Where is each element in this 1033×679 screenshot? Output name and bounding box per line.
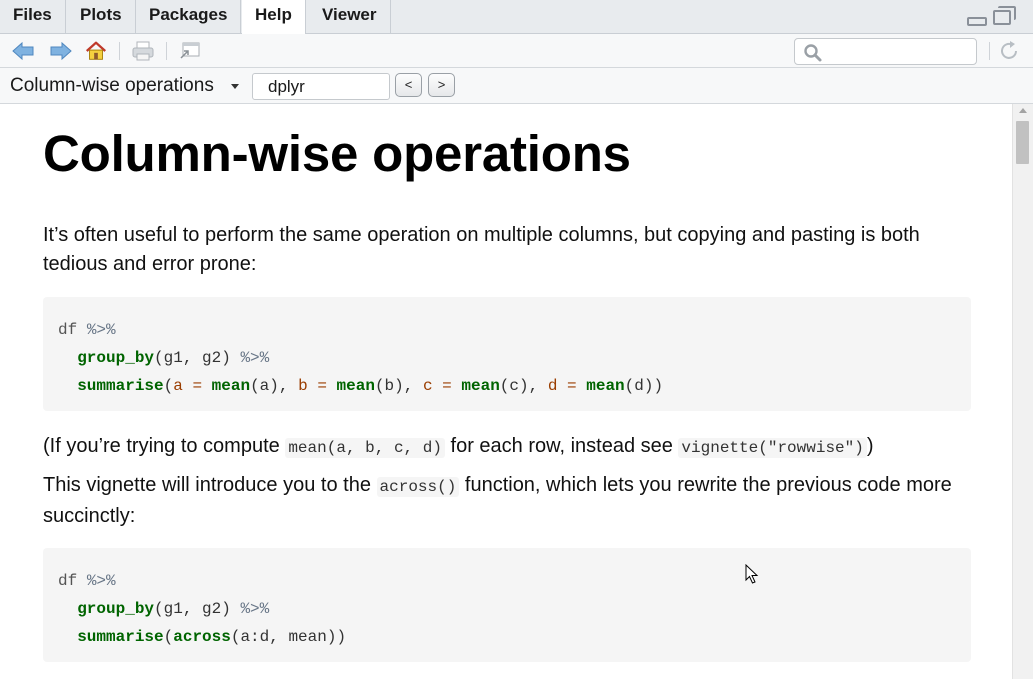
- scrollbar-thumb[interactable]: [1016, 121, 1029, 164]
- print-icon[interactable]: [131, 40, 155, 62]
- previous-topic-button[interactable]: <: [395, 73, 422, 97]
- code-block-1: df %>% group_by(g1, g2) %>% summarise(a …: [43, 297, 971, 411]
- intro-paragraph: It’s often useful to perform the same op…: [43, 224, 920, 275]
- back-arrow-icon[interactable]: [11, 40, 35, 62]
- home-icon[interactable]: [84, 40, 108, 62]
- maximize-pane-icon[interactable]: [993, 6, 1016, 25]
- open-in-new-window-icon[interactable]: [178, 40, 202, 62]
- tab-help[interactable]: Help: [242, 0, 306, 35]
- search-icon: [804, 44, 822, 62]
- minimize-pane-icon[interactable]: [967, 17, 987, 26]
- tab-viewer[interactable]: Viewer: [309, 0, 391, 34]
- across-intro-paragraph: This vignette will introduce you to the …: [43, 474, 952, 527]
- window-controls: [967, 6, 1019, 28]
- help-search-box[interactable]: [794, 38, 977, 65]
- forward-arrow-icon[interactable]: [49, 40, 73, 62]
- pane-tab-bar: Files Plots Packages Help Viewer: [0, 0, 1033, 35]
- code-block-2: df %>% group_by(g1, g2) %>% summarise(ac…: [43, 548, 971, 662]
- toolbar-separator: [119, 42, 120, 60]
- package-name-field[interactable]: dplyr: [252, 73, 390, 100]
- refresh-icon[interactable]: [998, 40, 1022, 62]
- content-scrollbar[interactable]: [1012, 104, 1033, 679]
- rowwise-note-paragraph: (If you’re trying to compute mean(a, b, …: [43, 435, 874, 458]
- page-title: Column-wise operations: [43, 125, 631, 182]
- chevron-down-icon[interactable]: [231, 84, 239, 89]
- topic-bar: Column-wise operations dplyr < >: [0, 68, 1033, 104]
- help-search-input[interactable]: [827, 42, 972, 61]
- next-topic-button[interactable]: >: [428, 73, 455, 97]
- tab-files[interactable]: Files: [0, 0, 66, 34]
- mouse-pointer-icon: [745, 564, 759, 584]
- toolbar-separator: [989, 42, 990, 60]
- scroll-up-arrow-icon[interactable]: [1019, 108, 1027, 113]
- toolbar-separator: [166, 42, 167, 60]
- tab-plots[interactable]: Plots: [67, 0, 136, 34]
- help-content: Column-wise operations It’s often useful…: [0, 104, 1012, 679]
- topic-title-dropdown[interactable]: Column-wise operations: [10, 75, 214, 97]
- tab-packages[interactable]: Packages: [136, 0, 242, 34]
- help-toolbar: [0, 34, 1033, 68]
